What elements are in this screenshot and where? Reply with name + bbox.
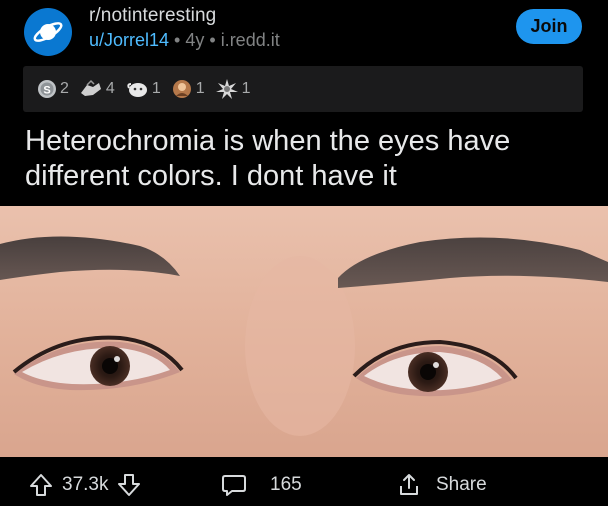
award-wholesome: 1: [125, 79, 161, 99]
comments-button[interactable]: 165: [220, 472, 302, 498]
downvote-icon[interactable]: [116, 472, 142, 498]
upvote-icon[interactable]: [28, 472, 54, 498]
wholesome-icon: [125, 79, 149, 99]
vote-count: 37.3k: [62, 474, 109, 495]
award-gold: 1: [171, 78, 205, 100]
comment-icon: [220, 472, 248, 498]
award-burst: 1: [215, 78, 251, 100]
post-action-bar: 37.3k 165 Share: [0, 462, 608, 506]
vote-group: 37.3k: [28, 472, 142, 498]
post-domain[interactable]: i.redd.it: [221, 30, 280, 50]
award-count: 2: [60, 80, 69, 97]
gold-award-icon: [171, 78, 193, 100]
award-helping-hand: 4: [79, 79, 115, 99]
join-button[interactable]: Join: [516, 9, 582, 44]
post-header: r/notinteresting u/Jorrel14 • 4y • i.red…: [0, 0, 608, 62]
comment-count: 165: [270, 474, 302, 495]
svg-text:S: S: [43, 85, 50, 97]
awards-bar[interactable]: S 2 4 1 1 1: [23, 66, 583, 112]
subreddit-avatar[interactable]: [24, 8, 72, 56]
award-silver: S 2: [37, 79, 69, 99]
award-count: 1: [151, 80, 161, 97]
meta-separator: •: [204, 30, 221, 50]
helping-hand-icon: [79, 79, 103, 99]
meta-separator: •: [169, 30, 186, 50]
post-title[interactable]: Heterochromia is when the eyes have diff…: [25, 124, 595, 194]
award-count: 4: [105, 80, 115, 97]
post-image[interactable]: [0, 206, 608, 457]
post-age: 4y: [185, 30, 205, 50]
post-meta: u/Jorrel14 • 4y • i.redd.it: [89, 30, 280, 51]
author-link[interactable]: u/Jorrel14: [89, 30, 169, 50]
silver-coin-icon: S: [37, 79, 57, 99]
share-icon: [396, 472, 422, 498]
share-label: Share: [436, 474, 487, 495]
award-count: 1: [195, 80, 205, 97]
award-count: 1: [241, 80, 251, 97]
subreddit-name[interactable]: r/notinteresting: [89, 5, 216, 27]
share-button[interactable]: Share: [396, 472, 487, 498]
burst-award-icon: [215, 78, 239, 100]
planet-icon: [31, 15, 65, 49]
